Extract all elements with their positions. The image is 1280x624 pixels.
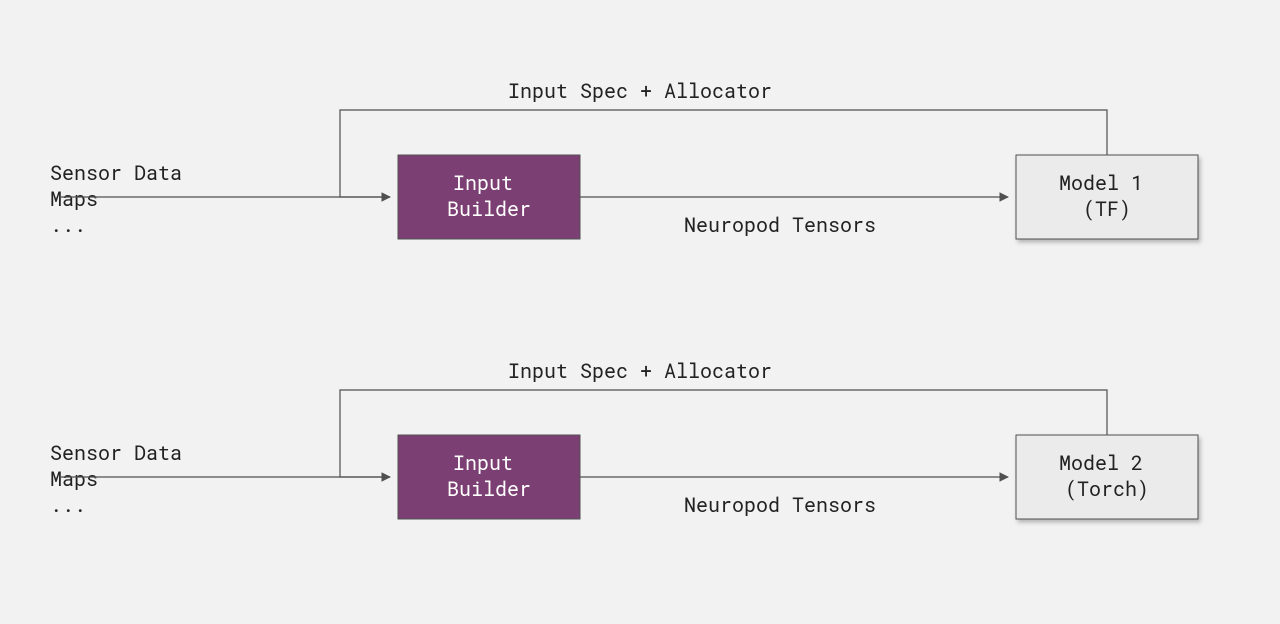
forward-edge-label: Neuropod Tensors [684, 212, 876, 238]
forward-edge-label: Neuropod Tensors [684, 492, 876, 518]
source-label: Sensor Data Maps ... [50, 440, 194, 518]
input-builder-node: Input Builder [398, 435, 580, 519]
svg-text:Input Builder: Input Builder [447, 450, 531, 502]
source-label: Sensor Data Maps ... [50, 160, 194, 238]
model-node: Model 1 (TF) [1016, 155, 1198, 239]
input-builder-node: Input Builder [398, 155, 580, 239]
feedback-edge-label: Input Spec + Allocator [508, 358, 772, 384]
feedback-edge-label: Input Spec + Allocator [508, 78, 772, 104]
model-node: Model 2 (Torch) [1016, 435, 1198, 519]
pipeline-2: Sensor Data Maps ... Input Builder Neuro… [50, 358, 1198, 519]
svg-text:Input Builder: Input Builder [447, 170, 531, 222]
svg-text:Model 2 (Torch): Model 2 (Torch) [1059, 450, 1155, 502]
pipeline-1: Sensor Data Maps ... Input Builder Neuro… [50, 78, 1198, 239]
architecture-diagram: Sensor Data Maps ... Input Builder Neuro… [0, 0, 1280, 624]
